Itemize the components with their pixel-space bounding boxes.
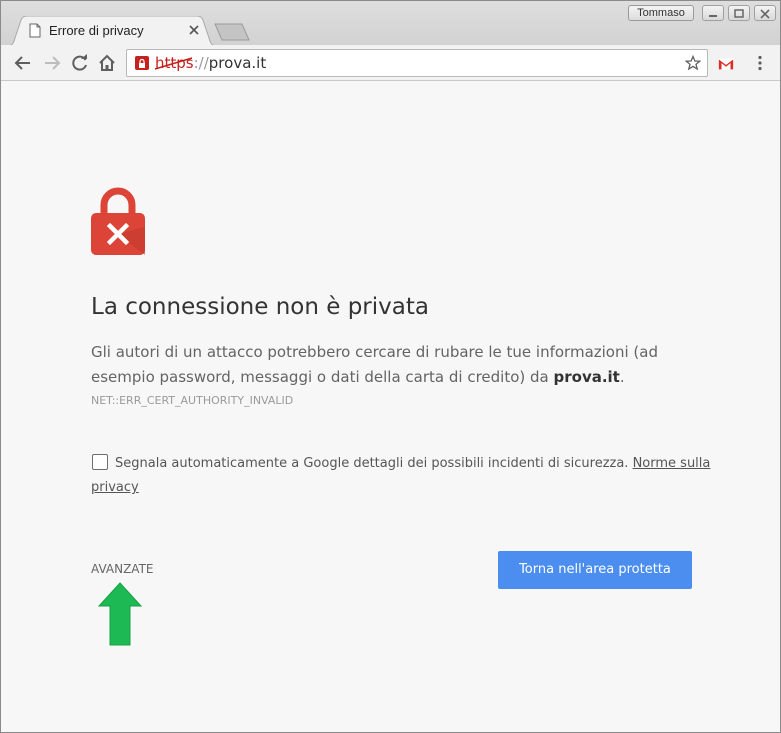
page-title: La connessione non è privata (91, 294, 429, 320)
site-host: prova.it (553, 368, 620, 386)
page-icon (29, 23, 41, 38)
warning-message: Gli autori di un attacco potrebbero cerc… (91, 343, 658, 386)
close-icon (760, 9, 770, 19)
tab-title: Errore di privacy (49, 23, 144, 38)
browser-window: Errore di privacy Tommaso://prova.it La… (0, 0, 781, 733)
toolbar: https://prova.it (1, 45, 780, 81)
insecure-lock-icon[interactable] (135, 56, 149, 70)
minimize-button[interactable] (702, 5, 724, 21)
maximize-icon (734, 9, 744, 18)
tab-privacy-error[interactable]: Errore di privacy (5, 16, 220, 46)
bookmark-star-icon[interactable] (685, 55, 701, 71)
url-host: prova.it (208, 54, 267, 72)
maximize-button[interactable] (728, 5, 750, 21)
profile-button[interactable]: Tommaso (628, 5, 694, 21)
error-code: NET::ERR_CERT_AUTHORITY_INVALID (91, 394, 294, 407)
new-tab-button[interactable] (214, 23, 250, 41)
forward-arrow-icon[interactable] (43, 54, 61, 72)
interstitial-page: La connessione non è privata Gli autori … (1, 82, 780, 732)
minimize-icon (709, 15, 717, 17)
close-window-button[interactable] (754, 5, 776, 21)
menu-dots-icon[interactable] (751, 54, 769, 72)
url-text: https://prova.it (154, 54, 267, 72)
address-bar[interactable]: https://prova.it (126, 49, 708, 77)
back-arrow-icon[interactable] (14, 54, 32, 72)
report-text: Segnala automaticamente a Google dettagl… (91, 456, 711, 495)
home-icon[interactable] (98, 54, 116, 72)
up-arrow-annotation-icon (98, 582, 142, 646)
broken-lock-icon (91, 187, 145, 255)
url-separator: :// (193, 54, 209, 72)
reload-icon[interactable] (71, 54, 89, 72)
back-to-safety-button[interactable]: Torna nell'area protetta (498, 551, 692, 589)
gmail-icon[interactable] (717, 55, 735, 73)
title-bar: Errore di privacy Tommaso (1, 1, 780, 46)
advanced-button[interactable]: AVANZATE (91, 562, 153, 576)
close-tab-icon[interactable] (188, 24, 200, 36)
url-scheme: https (154, 54, 194, 72)
